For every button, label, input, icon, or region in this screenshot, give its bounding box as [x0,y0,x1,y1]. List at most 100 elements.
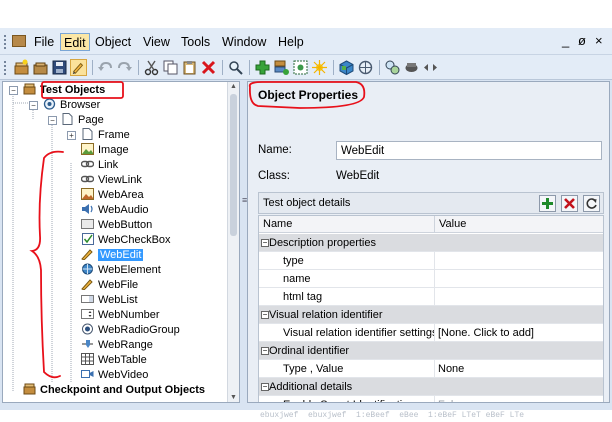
save-icon[interactable] [51,59,68,76]
menu-edit[interactable]: Edit [60,33,90,51]
tree-node-webaudio[interactable]: WebAudio [81,203,149,218]
property-row[interactable]: type [259,252,603,270]
property-value[interactable]: None [434,360,603,378]
tree-node-webcheckbox[interactable]: WebCheckBox [81,233,171,248]
property-row[interactable]: html tag [259,288,603,306]
property-category-row[interactable]: − Additional details [259,378,603,396]
tree-label: WebElement [98,264,161,276]
redo-icon[interactable] [116,59,133,76]
add-property-button[interactable] [539,195,556,212]
tree-node-webfile[interactable]: WebFile [81,278,138,293]
tree-node-webrange[interactable]: WebRange [81,338,153,353]
tree-label: Browser [60,99,101,111]
property-category-row[interactable]: − Visual relation identifier [259,306,603,324]
scroll-thumb[interactable] [230,94,237,236]
tree-node-test-objects[interactable]: Test Objects [23,83,105,98]
property-name: Ordinal identifier [269,345,350,357]
navigate-icon[interactable] [357,59,374,76]
tree-node-frame[interactable]: Frame [81,128,130,143]
tree-node-webelement[interactable]: WebElement [81,263,161,278]
menu-file[interactable]: File [31,33,57,51]
tree-label: WebRange [98,339,153,351]
highlight-icon[interactable] [292,59,309,76]
radio-icon [82,323,93,335]
panel-title: Object Properties [258,88,359,102]
tree-node-checkpoints[interactable]: Checkpoint and Output Objects [23,383,205,398]
name-field[interactable] [336,141,602,160]
property-value[interactable] [434,288,603,306]
remove-property-button[interactable] [561,195,578,212]
tree-node-browser[interactable]: Browser [43,98,100,113]
collapse-page[interactable]: − [48,116,57,125]
test-objects-tree: − Test Objects − Browser − Page + Frame … [2,81,240,403]
toolbar [0,55,612,80]
menu-window[interactable]: Window [219,33,269,51]
tree-node-viewlink[interactable]: ViewLink [81,173,142,188]
open-icon[interactable] [32,59,49,76]
minimize-button[interactable]: _ [562,33,569,49]
plus-icon [542,198,553,209]
object-repository-icon[interactable] [338,59,355,76]
property-value[interactable]: [None. Click to add] [434,324,603,342]
app-menu-icon[interactable] [12,35,26,47]
property-value[interactable] [434,252,603,270]
tree-node-link[interactable]: Link [81,158,118,173]
property-row[interactable]: Type , Value None [259,360,603,378]
restore-button[interactable]: ø [578,33,586,49]
property-value[interactable] [434,270,603,288]
menu-help[interactable]: Help [275,33,307,51]
menu-object[interactable]: Object [92,33,134,51]
tree-node-image[interactable]: Image [81,143,129,158]
tree-scrollbar[interactable]: ▲ ▼ [227,82,239,402]
property-row[interactable]: name [259,270,603,288]
tree-node-webvideo[interactable]: WebVideo [81,368,148,383]
refresh-button[interactable] [583,195,600,212]
find-icon[interactable] [227,59,244,76]
cut-icon[interactable] [143,59,160,76]
collapse-browser[interactable]: − [29,101,38,110]
spy-icon[interactable] [311,59,328,76]
property-category-row[interactable]: − Description properties [259,234,603,252]
add-object-icon[interactable] [254,59,271,76]
frame-icon [82,128,93,140]
menu-view[interactable]: View [140,33,173,51]
property-row[interactable]: Visual relation identifier settings [None… [259,324,603,342]
tree-node-webbutton[interactable]: WebButton [81,218,152,233]
compare-icon[interactable] [422,59,439,76]
property-name: name [283,273,311,285]
new-test-icon[interactable] [13,59,30,76]
property-value[interactable]: False [434,396,603,402]
expand-frame[interactable]: + [67,131,76,140]
number-icon [81,309,94,319]
tree-label: WebRadioGroup [98,324,180,336]
class-value: WebEdit [336,170,380,182]
column-header-value[interactable]: Value [434,216,603,233]
tree-node-webedit[interactable]: WebEdit [81,248,144,263]
menu-tools[interactable]: Tools [178,33,213,51]
add-objects-icon[interactable] [273,59,290,76]
menu-grip [3,34,7,50]
copy-icon[interactable] [162,59,179,76]
column-header-name[interactable]: Name [259,216,434,233]
tree-node-weblist[interactable]: WebList [81,293,138,308]
pane-splitter[interactable]: ≡ [240,81,247,403]
property-row[interactable]: Enable Smart IdentificationFalse [259,396,603,402]
close-button[interactable]: × [595,33,603,49]
scroll-up-icon[interactable]: ▲ [230,83,237,90]
tree-node-webradiogroup[interactable]: WebRadioGroup [81,323,180,338]
property-name: Type , Value [283,363,344,375]
paste-icon[interactable] [181,59,198,76]
tree-node-webarea[interactable]: WebArea [81,188,144,203]
property-category-row[interactable]: − Ordinal identifier [259,342,603,360]
tree-node-page[interactable]: Page [61,113,104,128]
property-name: Visual relation identifier settings [283,327,434,339]
collapse-test-objects[interactable]: − [9,86,18,95]
scroll-down-icon[interactable]: ▼ [230,394,237,401]
record-icon[interactable] [403,59,420,76]
undo-icon[interactable] [97,59,114,76]
delete-icon[interactable] [200,59,217,76]
edit-button[interactable] [70,59,87,76]
filter-icon[interactable] [384,59,401,76]
tree-node-webtable[interactable]: WebTable [81,353,147,368]
tree-node-webnumber[interactable]: WebNumber [81,308,160,323]
